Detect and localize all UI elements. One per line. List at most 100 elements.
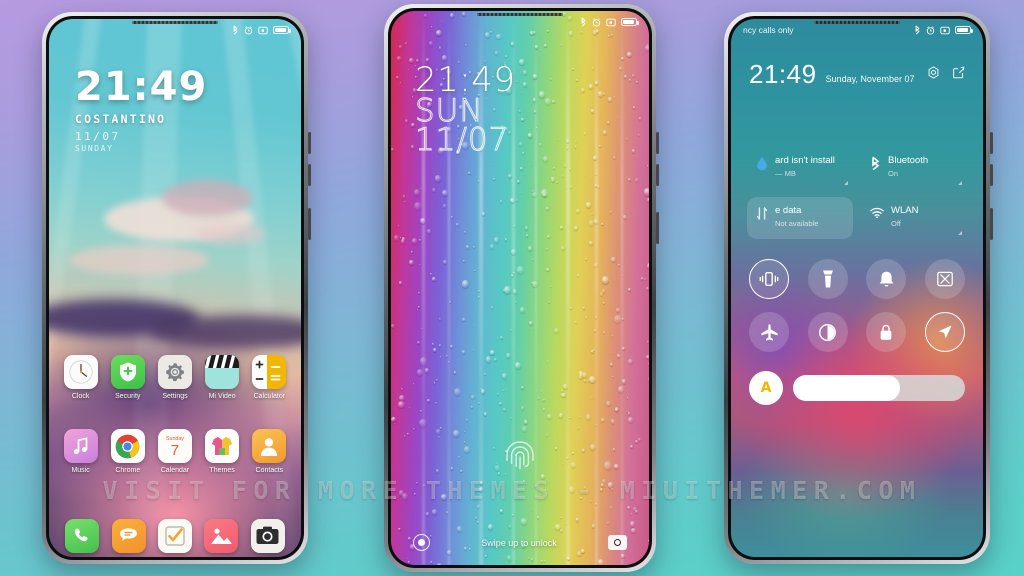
side-button-volume-down[interactable] bbox=[656, 164, 659, 186]
toggle-vibrate[interactable] bbox=[749, 259, 789, 299]
shade-time: 21:49 bbox=[749, 59, 817, 89]
side-button-power[interactable] bbox=[990, 208, 993, 240]
toggle-ringer[interactable] bbox=[866, 259, 907, 299]
torch-icon[interactable] bbox=[413, 534, 430, 551]
toggle-rotation-lock[interactable] bbox=[866, 312, 907, 352]
toggle-dark-mode[interactable] bbox=[807, 312, 848, 352]
side-button-volume-down[interactable] bbox=[308, 164, 311, 186]
qs-card-subtitle: Not available bbox=[775, 218, 819, 228]
app-music[interactable]: Music bbox=[59, 429, 103, 474]
app-security[interactable]: Security bbox=[106, 355, 150, 400]
app-label: Chrome bbox=[115, 467, 141, 474]
toggles-row-1 bbox=[749, 259, 965, 299]
toggle-location[interactable] bbox=[924, 312, 965, 352]
shade-header: . 21:49 Sunday, November 07 bbox=[731, 41, 983, 87]
data-drop-icon bbox=[756, 155, 768, 176]
toggles-row-2 bbox=[749, 312, 965, 352]
brightness-row: A bbox=[749, 371, 965, 405]
person-icon bbox=[252, 429, 287, 463]
dock bbox=[49, 519, 301, 553]
carrier-text: ncy calls only bbox=[743, 25, 794, 35]
qs-card-title: ard isn't install bbox=[775, 155, 835, 166]
photo-icon[interactable] bbox=[204, 519, 239, 553]
app-label: Themes bbox=[209, 467, 235, 474]
side-button-volume-down[interactable] bbox=[990, 164, 993, 186]
qs-card-bluetooth[interactable]: Bluetooth On bbox=[861, 147, 967, 189]
app-calculator[interactable]: Calculator bbox=[247, 355, 291, 400]
bluetooth-icon bbox=[870, 155, 881, 176]
auto-brightness-button[interactable]: A bbox=[749, 371, 783, 405]
alarm-icon bbox=[926, 25, 935, 35]
edit-icon[interactable] bbox=[952, 66, 965, 84]
phone-mockup-home: 21:49 COSTANTINO 11/07 SUNDAY Clock Secu… bbox=[42, 12, 311, 564]
expand-corner-icon[interactable] bbox=[958, 181, 962, 185]
alarm-icon bbox=[592, 17, 601, 27]
camera-icon[interactable] bbox=[250, 519, 285, 553]
qs-card-title: Bluetooth bbox=[888, 155, 929, 166]
camera-icon[interactable] bbox=[607, 535, 627, 550]
gear-icon[interactable] bbox=[927, 66, 940, 84]
shield-icon bbox=[110, 355, 145, 389]
lockscreen-date: 11/07 bbox=[414, 122, 510, 159]
alarm-icon bbox=[244, 25, 253, 35]
app-settings[interactable]: Settings bbox=[153, 355, 197, 400]
app-chrome[interactable]: Chrome bbox=[106, 429, 150, 474]
app-mi-video[interactable]: Mi Video bbox=[200, 355, 244, 400]
qs-card-title: WLAN bbox=[891, 205, 919, 216]
app-label: Calendar bbox=[160, 467, 190, 474]
wifi-icon bbox=[870, 205, 884, 224]
app-contacts[interactable]: Contacts bbox=[247, 429, 291, 474]
qs-card-subtitle: — MB bbox=[775, 168, 796, 178]
app-grid-row-1: Clock Security Settings Mi Video Calcula… bbox=[49, 355, 301, 400]
message-bubble-icon[interactable] bbox=[111, 519, 146, 553]
bluetooth-icon bbox=[580, 17, 587, 27]
side-button-power[interactable] bbox=[308, 208, 311, 240]
fingerprint-icon[interactable] bbox=[503, 436, 537, 481]
unlock-hint: Swipe up to unlock bbox=[481, 537, 557, 548]
clock-date: 11/07 bbox=[75, 130, 121, 143]
side-button-volume-up[interactable] bbox=[990, 132, 993, 154]
app-label: Music bbox=[71, 467, 90, 474]
tshirt-icon bbox=[205, 429, 240, 463]
clapperboard-icon bbox=[205, 355, 240, 389]
side-button-volume-up[interactable] bbox=[308, 132, 311, 154]
expand-corner-icon[interactable] bbox=[844, 181, 848, 185]
dnd-icon bbox=[940, 26, 950, 35]
statusbar-phone2 bbox=[391, 11, 649, 33]
clock-icon bbox=[63, 355, 98, 389]
calculator-icon bbox=[252, 355, 287, 389]
app-themes[interactable]: Themes bbox=[200, 429, 244, 474]
qs-card-sim-data[interactable]: ard isn't install — MB bbox=[747, 147, 853, 189]
battery-icon bbox=[955, 25, 973, 35]
app-label: Settings bbox=[162, 393, 188, 400]
toggle-screenshot[interactable] bbox=[924, 259, 965, 299]
side-button-power[interactable] bbox=[656, 212, 659, 244]
quick-toggles bbox=[731, 259, 983, 365]
checkbox-icon[interactable] bbox=[157, 519, 192, 553]
phone-handset-icon[interactable] bbox=[65, 519, 100, 553]
clock-widget[interactable]: 21:49 COSTANTINO 11/07 SUNDAY bbox=[75, 67, 207, 153]
quick-settings-cards: ard isn't install — MB Bluetooth On e da… bbox=[731, 147, 983, 239]
statusbar-phone1 bbox=[49, 19, 301, 41]
app-label: Clock bbox=[71, 393, 90, 400]
app-clock[interactable]: Clock bbox=[59, 355, 103, 400]
app-calendar[interactable]: Sunday 7 Calendar bbox=[153, 429, 197, 474]
dnd-icon bbox=[606, 18, 616, 27]
qs-card-subtitle: On bbox=[888, 168, 899, 178]
qs-card-wlan[interactable]: WLAN Off bbox=[861, 197, 967, 239]
app-grid-row-2: Music Chrome Sunday 7 Calendar Themes Co… bbox=[49, 429, 301, 474]
expand-corner-icon[interactable] bbox=[958, 231, 962, 235]
qs-card-mobile-data[interactable]: e data Not available bbox=[747, 197, 853, 239]
app-label: Calculator bbox=[253, 393, 286, 400]
toggle-airplane-mode[interactable] bbox=[749, 312, 789, 352]
clock-weekday: SUNDAY bbox=[75, 144, 114, 153]
side-button-volume-up[interactable] bbox=[656, 132, 659, 154]
qs-card-subtitle: Off bbox=[891, 218, 901, 228]
brightness-slider[interactable] bbox=[793, 375, 965, 401]
battery-icon bbox=[273, 25, 291, 35]
toggle-flashlight[interactable] bbox=[807, 259, 848, 299]
lockscreen-bottom-bar: Swipe up to unlock bbox=[391, 534, 649, 551]
phone-mockup-lockscreen: 21:49 SUN 11/07 Swipe up to unlock bbox=[384, 4, 659, 572]
gear-icon bbox=[157, 355, 192, 389]
phone-mockup-notification-shade: ncy calls only . 21:49 bbox=[724, 12, 993, 564]
